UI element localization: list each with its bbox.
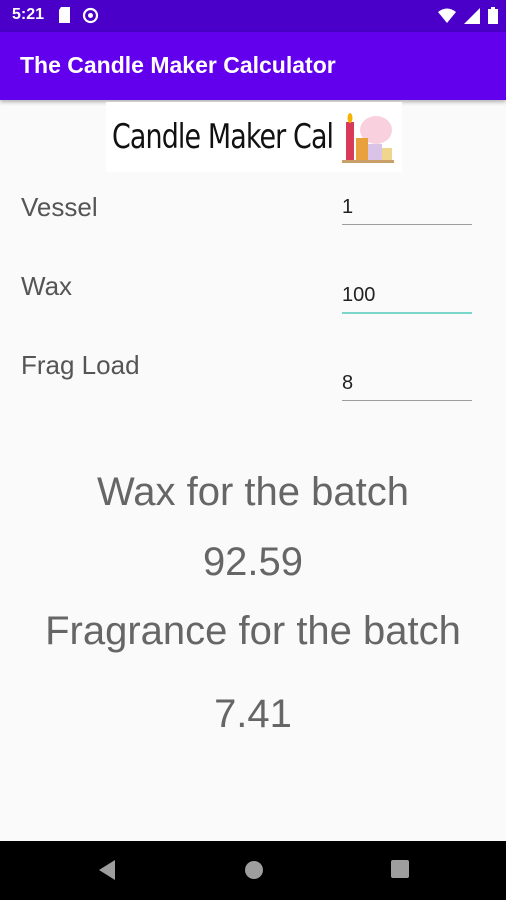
fragrance-result-label: Fragrance for the batch — [45, 609, 461, 653]
recents-icon[interactable] — [390, 859, 410, 884]
frag-load-input[interactable] — [342, 366, 472, 401]
back-icon[interactable] — [97, 859, 117, 886]
wax-result-label: Wax for the batch — [97, 470, 409, 514]
wax-label: Wax — [21, 271, 73, 301]
status-time: 5:21 — [12, 6, 45, 23]
candles-icon — [338, 108, 396, 171]
logo-banner: Candle Maker Cal — [106, 102, 402, 172]
frag-load-label: Frag Load — [21, 350, 140, 380]
vessel-label: Vessel — [21, 192, 98, 222]
vessel-input[interactable] — [342, 190, 472, 225]
fragrance-result-value: 7.41 — [214, 692, 292, 736]
home-icon[interactable] — [243, 859, 265, 886]
wifi-icon — [438, 8, 456, 29]
wax-input[interactable] — [342, 278, 472, 314]
sync-icon — [82, 7, 99, 29]
status-bar: 5:21 — [0, 0, 506, 32]
navigation-bar — [0, 841, 506, 900]
app-title: The Candle Maker Calculator — [20, 52, 336, 78]
battery-icon — [488, 7, 498, 29]
logo-text: Candle Maker Cal — [112, 117, 334, 157]
wax-result-value: 92.59 — [202, 540, 304, 584]
signal-icon — [464, 7, 480, 29]
app-bar: The Candle Maker Calculator — [0, 32, 506, 100]
sd-card-icon — [58, 7, 72, 29]
